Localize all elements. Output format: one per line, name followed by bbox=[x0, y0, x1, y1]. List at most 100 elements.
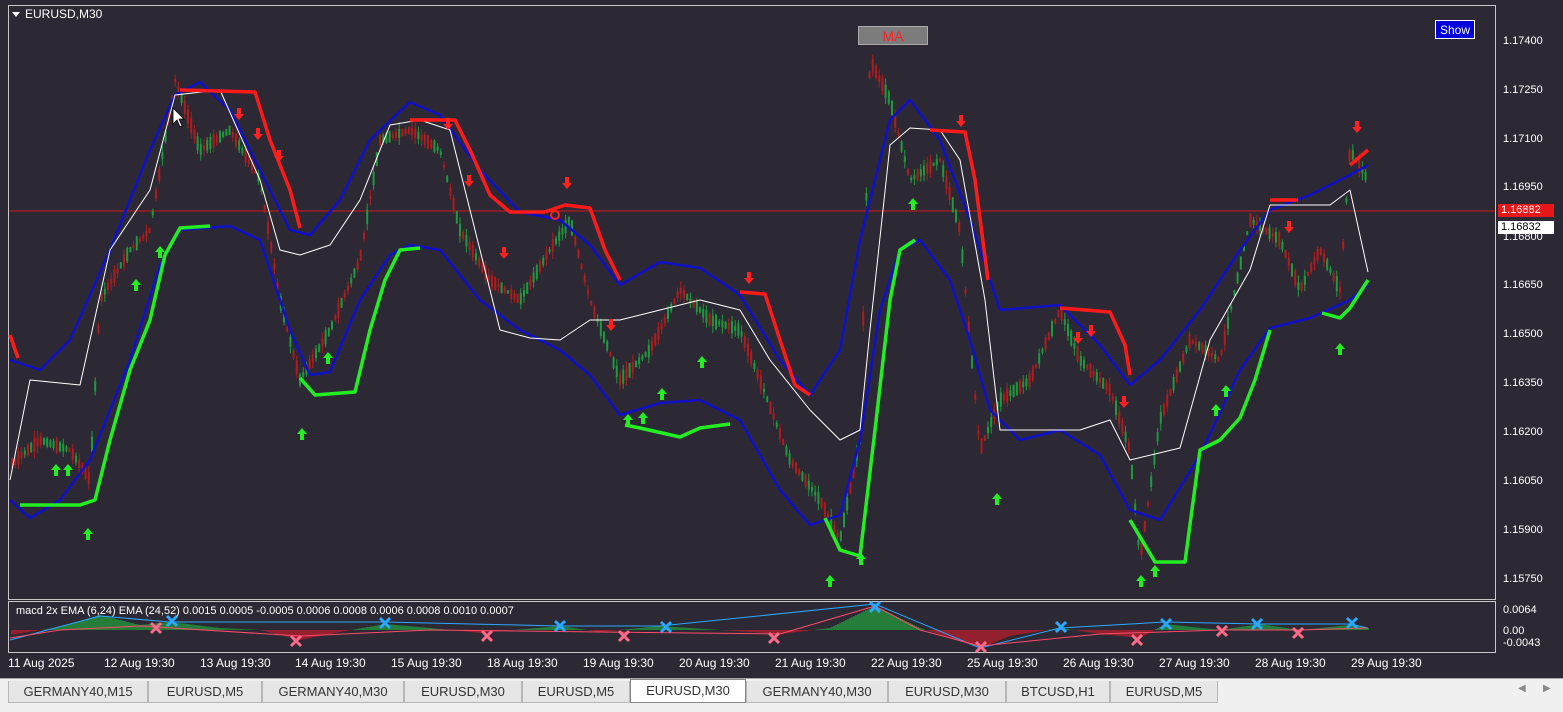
candle-body bbox=[1038, 353, 1041, 364]
candle-body bbox=[935, 159, 938, 166]
tab-eurusd-m30-active[interactable]: EURUSD,M30 bbox=[630, 679, 746, 703]
tab-germany40-m30[interactable]: GERMANY40,M30 bbox=[746, 681, 888, 703]
candle-body bbox=[711, 315, 714, 327]
candle-body bbox=[1022, 381, 1025, 388]
candle-body bbox=[231, 132, 234, 138]
candle-body bbox=[391, 133, 394, 138]
tab-scroll-right-icon[interactable]: ▶ bbox=[1543, 683, 1551, 694]
dropdown-triangle-icon[interactable] bbox=[12, 12, 20, 18]
candle-body bbox=[587, 289, 589, 295]
candle-body bbox=[1137, 539, 1140, 545]
candle-body bbox=[427, 135, 429, 149]
candle-body bbox=[590, 301, 593, 306]
candle-body bbox=[580, 263, 583, 269]
price-axis-label: 1.17250 bbox=[1503, 84, 1543, 96]
candle-body bbox=[599, 321, 602, 337]
candle-body bbox=[468, 242, 471, 250]
tab-scroll-left-icon[interactable]: ◀ bbox=[1518, 683, 1526, 694]
candle-body bbox=[523, 290, 525, 297]
candle-body bbox=[513, 293, 516, 300]
candle-body bbox=[366, 209, 369, 225]
date-axis-label: 20 Aug 19:30 bbox=[679, 656, 750, 670]
candle-body bbox=[1297, 282, 1300, 290]
tab-btcusd-h1[interactable]: BTCUSD,H1 bbox=[1006, 681, 1110, 703]
bear-stop-line bbox=[929, 128, 990, 281]
candle-body bbox=[532, 272, 535, 283]
candle-body bbox=[1076, 346, 1079, 362]
candle-body bbox=[907, 169, 909, 175]
show-button[interactable]: Show bbox=[1435, 20, 1475, 39]
candle-body bbox=[187, 109, 189, 124]
date-axis-label: 12 Aug 19:30 bbox=[104, 656, 175, 670]
candle-body bbox=[126, 247, 129, 262]
candle-body bbox=[766, 396, 769, 402]
candle-body bbox=[695, 301, 698, 313]
bull-stop-line bbox=[823, 238, 916, 558]
candle-body bbox=[1294, 270, 1297, 286]
candle-body bbox=[619, 374, 621, 386]
tab-eurusd-m30[interactable]: EURUSD,M30 bbox=[888, 681, 1006, 703]
candle-body bbox=[247, 158, 250, 164]
candle-body bbox=[526, 282, 529, 294]
candle-body bbox=[788, 453, 791, 465]
candle-body bbox=[55, 438, 58, 453]
ask-price-tag: 1.16832 bbox=[1498, 221, 1554, 234]
ma-button[interactable]: MA bbox=[858, 26, 928, 45]
candle-body bbox=[811, 487, 813, 492]
sell-arrow-icon bbox=[499, 247, 509, 259]
candle-body bbox=[1095, 372, 1098, 382]
candle-body bbox=[548, 249, 551, 253]
candle-body bbox=[1182, 353, 1185, 364]
candle-body bbox=[331, 321, 333, 329]
candle-body bbox=[1147, 501, 1149, 507]
candle-body bbox=[1063, 319, 1066, 325]
candle-body bbox=[1239, 256, 1242, 270]
candle-body bbox=[324, 330, 327, 345]
tab-eurusd-m5[interactable]: EURUSD,M5 bbox=[1110, 681, 1218, 703]
tab-eurusd-m30[interactable]: EURUSD,M30 bbox=[404, 681, 522, 703]
candle-body bbox=[939, 158, 941, 162]
date-axis-label: 14 Aug 19:30 bbox=[295, 656, 366, 670]
tab-eurusd-m5[interactable]: EURUSD,M5 bbox=[522, 681, 630, 703]
candle-body bbox=[747, 343, 749, 357]
candle-body bbox=[372, 171, 375, 185]
candle-body bbox=[980, 438, 983, 454]
candle-body bbox=[715, 314, 717, 330]
candle-body bbox=[404, 129, 407, 134]
candle-body bbox=[1108, 383, 1111, 396]
candle-body bbox=[311, 354, 314, 363]
candle-body bbox=[91, 436, 93, 452]
macd-axis-label: 0.0064 bbox=[1503, 604, 1537, 616]
candle-body bbox=[865, 193, 868, 201]
candle-body bbox=[97, 325, 100, 333]
date-axis-label: 11 Aug 2025 bbox=[8, 656, 75, 670]
tab-eurusd-m5[interactable]: EURUSD,M5 bbox=[148, 681, 262, 703]
candle-body bbox=[1214, 354, 1217, 360]
candle-body bbox=[347, 285, 349, 291]
candle-body bbox=[267, 222, 269, 234]
candle-body bbox=[142, 234, 145, 239]
candle-body bbox=[379, 134, 381, 146]
candle-body bbox=[977, 430, 980, 435]
chart-window[interactable]: EURUSD,M30 Show MA 1.17400 1.17250 1.171… bbox=[0, 0, 1563, 678]
candle-body bbox=[295, 360, 298, 375]
candle-body bbox=[212, 134, 215, 148]
candle-body bbox=[1051, 321, 1053, 337]
price-axis-label: 1.16950 bbox=[1503, 181, 1543, 193]
symbol-title[interactable]: EURUSD,M30 bbox=[12, 7, 102, 21]
candle-body bbox=[801, 472, 804, 481]
tab-germany40-m30[interactable]: GERMANY40,M30 bbox=[262, 681, 404, 703]
candle-body bbox=[1041, 349, 1044, 353]
date-axis-label: 19 Aug 19:30 bbox=[583, 656, 654, 670]
candle-body bbox=[769, 401, 772, 414]
candle-body bbox=[779, 428, 781, 439]
candle-body bbox=[235, 134, 237, 146]
candle-body bbox=[609, 352, 612, 357]
candle-body bbox=[1006, 388, 1009, 402]
candle-body bbox=[209, 136, 212, 150]
candle-body bbox=[350, 277, 353, 284]
bid-price-tag: 1.16882 bbox=[1498, 204, 1554, 217]
candle-body bbox=[471, 245, 474, 258]
tab-germany40-m15[interactable]: GERMANY40,M15 bbox=[8, 681, 148, 703]
mouse-cursor-icon bbox=[172, 107, 185, 128]
